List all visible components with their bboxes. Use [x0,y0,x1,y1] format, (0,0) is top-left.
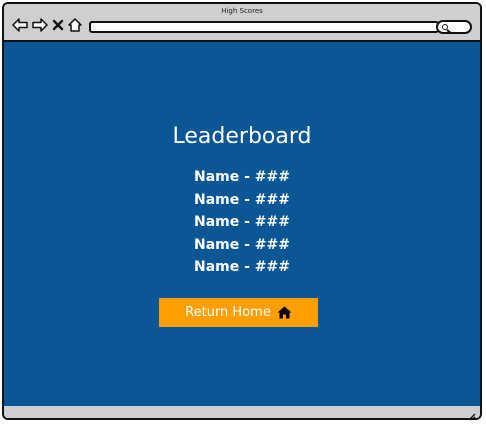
forward-arrow-icon[interactable] [32,18,48,32]
window-title: High Scores [221,7,263,15]
score-entry: Name - ### [194,214,290,230]
resize-grip-icon[interactable] [466,407,476,418]
home-icon [277,306,292,319]
status-bar [4,406,480,418]
nav-controls [12,17,82,33]
home-icon[interactable] [68,18,82,32]
return-home-button[interactable]: Return Home [159,298,318,327]
score-entry: Name - ### [194,191,290,208]
search-button[interactable] [436,20,472,34]
browser-window: High Scores Leaderboard Name - ### Name … [2,2,482,420]
browser-toolbar: High Scores [4,4,480,42]
leaderboard-title: Leaderboard [172,124,312,149]
leaderboard-panel: Leaderboard Name - ### Name - ### Name -… [4,124,480,276]
address-bar[interactable] [89,21,439,33]
close-icon[interactable] [52,18,64,32]
score-list: Name - ### Name - ### Name - ### Name - … [4,169,480,276]
page-content: Leaderboard Name - ### Name - ### Name -… [4,42,480,410]
return-home-label: Return Home [185,305,271,320]
score-entry: Name - ### [194,169,290,185]
score-entry: Name - ### [194,236,290,253]
score-entry: Name - ### [194,259,290,275]
back-arrow-icon[interactable] [12,18,28,32]
